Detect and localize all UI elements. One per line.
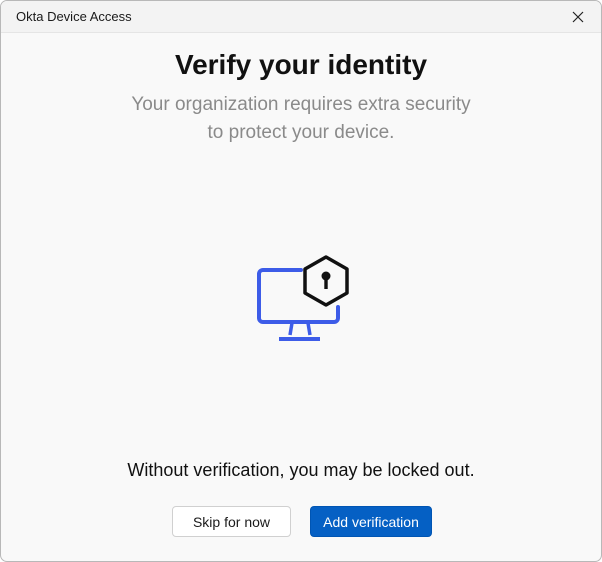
lockout-warning: Without verification, you may be locked … [127, 460, 475, 480]
title-bar: Okta Device Access [1, 1, 601, 33]
subtitle-line-2: to protect your device. [207, 122, 395, 143]
close-button[interactable] [555, 1, 601, 32]
skip-button[interactable]: Skip for now [172, 506, 291, 537]
subtitle: Your organization requires extra securit… [1, 91, 601, 147]
add-verification-button[interactable]: Add verification [310, 506, 432, 537]
close-icon [572, 11, 584, 22]
secure-device-icon [257, 255, 349, 341]
window-title: Okta Device Access [16, 9, 132, 24]
page-title: Verify your identity [174, 49, 428, 80]
dialog-window: Okta Device Access Verify your identity … [0, 0, 602, 562]
subtitle-line-1: Your organization requires extra securit… [131, 94, 471, 115]
